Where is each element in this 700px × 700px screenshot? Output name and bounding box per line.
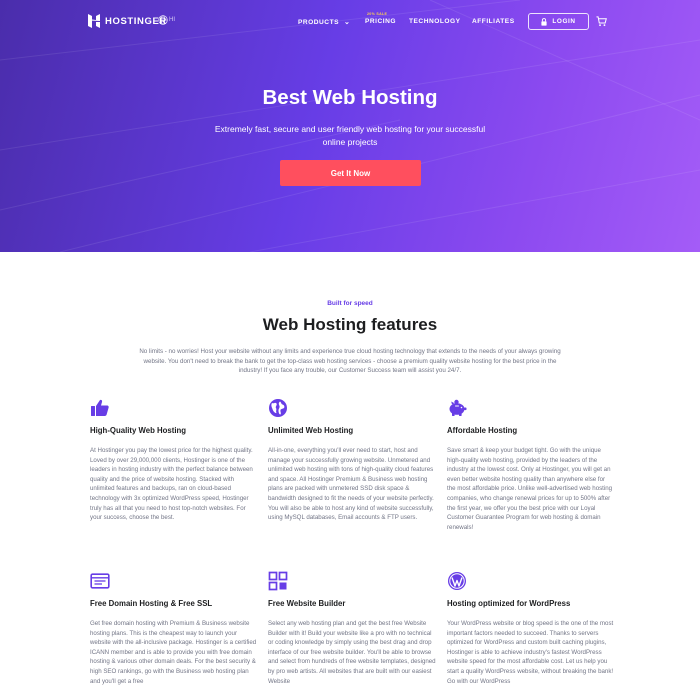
wordpress-icon (448, 572, 466, 590)
piggy-bank-icon (449, 399, 467, 416)
feature-card-free-domain: Free Domain Hosting & Free SSL Get free … (90, 571, 256, 685)
feature-title: High-Quality Web Hosting (90, 426, 187, 435)
feature-title: Hosting optimized for WordPress (447, 599, 571, 608)
feature-card-high-quality: High-Quality Web Hosting At Hostinger yo… (90, 398, 254, 521)
feature-title: Free Website Builder (268, 599, 346, 608)
hero-section: HOSTINGER HI PRODUCTS ⌄ 20% SALE PRICING … (0, 0, 700, 252)
sale-badge: 20% SALE (367, 12, 388, 16)
nav-affiliates[interactable]: AFFILIATES (472, 18, 515, 25)
feature-title: Free Domain Hosting & Free SSL (90, 599, 213, 608)
login-label: LOGIN (552, 18, 576, 25)
language-code: HI (169, 17, 175, 23)
globe-icon (269, 399, 287, 417)
feature-text: Save smart & keep your budget tight. Go … (447, 447, 613, 531)
thumbs-up-icon (91, 399, 109, 416)
hostinger-logo-icon (88, 14, 100, 28)
nav-products[interactable]: PRODUCTS ⌄ (298, 18, 350, 26)
top-navigation: HOSTINGER HI PRODUCTS ⌄ 20% SALE PRICING … (0, 0, 700, 44)
nav-pricing[interactable]: PRICING (365, 18, 396, 25)
hostinger-logo[interactable]: HOSTINGER (88, 14, 167, 28)
section-title: Web Hosting features (262, 315, 438, 334)
feature-card-wordpress: Hosting optimized for WordPress Your Wor… (447, 571, 613, 685)
language-selector[interactable]: HI (158, 15, 175, 25)
globe-icon (158, 15, 168, 25)
hero-subtitle: Extremely fast, secure and user friendly… (214, 124, 486, 147)
feature-card-affordable: Affordable Hosting Save smart & keep you… (447, 398, 612, 531)
get-it-now-button[interactable]: Get It Now (280, 160, 421, 186)
cart-icon[interactable] (596, 16, 607, 27)
feature-card-website-builder: Free Website Builder Select any web host… (268, 571, 436, 685)
lock-icon (541, 17, 547, 26)
website-builder-icon (268, 571, 288, 591)
feature-card-unlimited: Unlimited Web Hosting All-in-one, everyt… (268, 398, 434, 521)
nav-technology[interactable]: TECHNOLOGY (409, 18, 461, 25)
feature-text: Select any web hosting plan and get the … (268, 620, 436, 685)
feature-text: All-in-one, everything you'll ever need … (268, 447, 434, 522)
feature-title: Affordable Hosting (447, 426, 518, 435)
feature-text: Get free domain hosting with Premium & B… (90, 620, 257, 685)
login-button[interactable]: LOGIN (528, 13, 589, 30)
domain-card-icon (90, 573, 110, 589)
feature-text: Your WordPress website or blog speed is … (447, 620, 614, 685)
chevron-down-icon: ⌄ (344, 19, 351, 26)
feature-text: At Hostinger you pay the lowest price fo… (90, 447, 253, 522)
section-kicker: Built for speed (327, 300, 373, 307)
feature-title: Unlimited Web Hosting (268, 426, 354, 435)
nav-products-label: PRODUCTS (298, 19, 339, 26)
hero-title: Best Web Hosting (262, 86, 438, 109)
section-description: No limits - no worries! Host your websit… (139, 348, 561, 375)
